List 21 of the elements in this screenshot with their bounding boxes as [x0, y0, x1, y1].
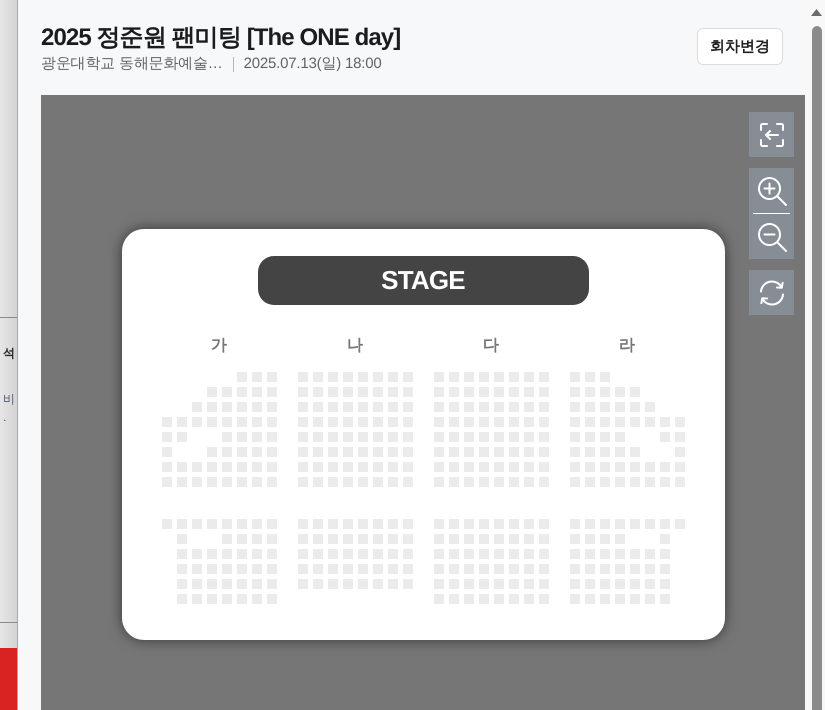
fit-screen-button[interactable]	[749, 112, 794, 157]
section-label: 가	[211, 336, 227, 356]
background-text: 석	[3, 345, 15, 361]
stage-bar: STAGE	[258, 256, 588, 305]
background-text: .	[3, 409, 6, 425]
scroll-up-icon[interactable]	[811, 9, 822, 16]
venue-text: 광운대학교 동해문화예술…	[41, 54, 223, 74]
background-text: 비	[3, 391, 15, 407]
refresh-button[interactable]	[749, 270, 794, 315]
change-session-button[interactable]: 회차변경	[697, 28, 783, 65]
date-time-text: 2025.07.13(일) 18:00	[244, 54, 382, 74]
event-title: 2025 정준원 팬미팅 [The ONE day]	[41, 23, 400, 53]
section-label: 나	[347, 336, 363, 356]
zoom-out-button[interactable]	[749, 214, 794, 259]
zoom-in-button[interactable]	[749, 168, 794, 213]
section-label: 다	[483, 336, 499, 356]
section-label: 라	[619, 336, 635, 356]
zoom-in-icon	[756, 176, 786, 206]
zoom-out-icon	[756, 222, 786, 252]
scrollbar-thumb[interactable]	[812, 26, 822, 710]
fit-screen-icon	[758, 122, 784, 148]
